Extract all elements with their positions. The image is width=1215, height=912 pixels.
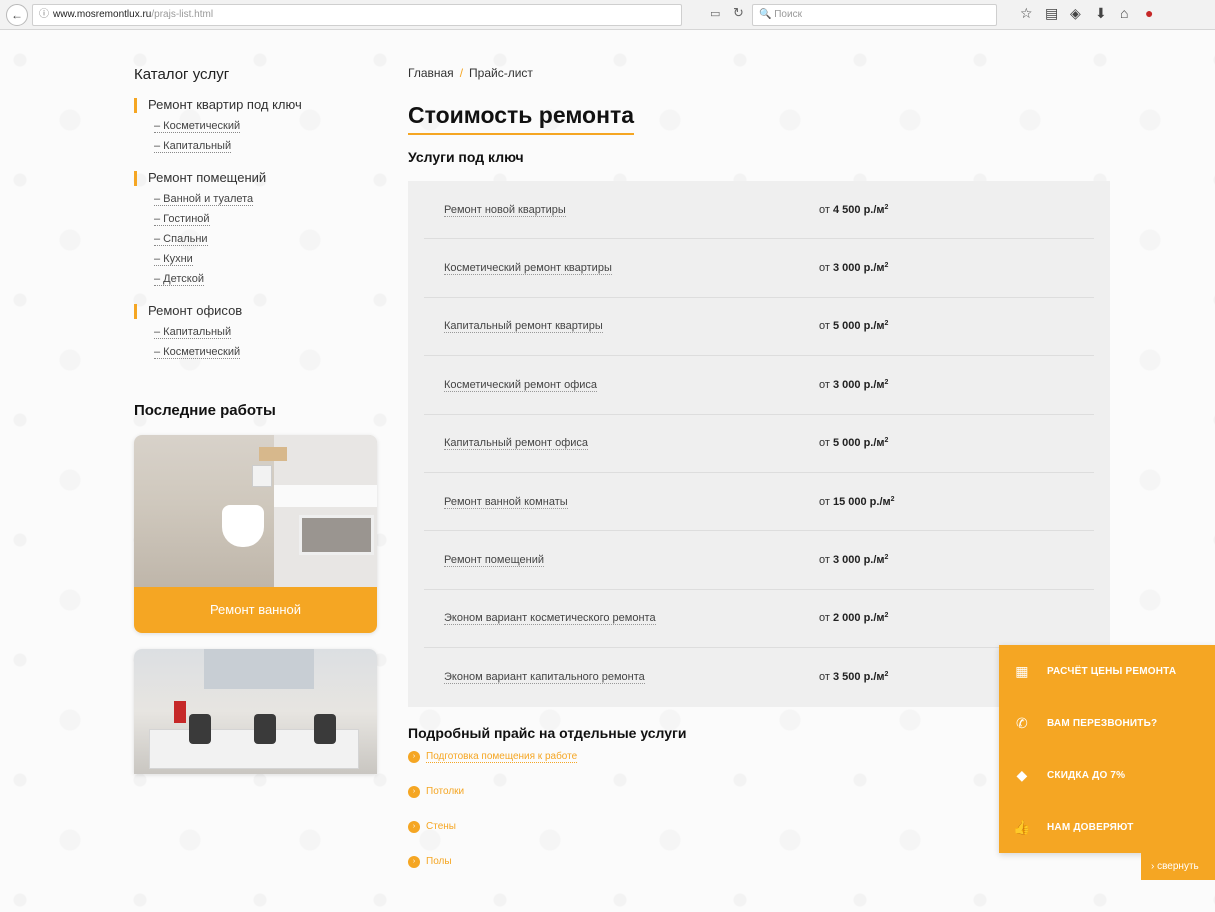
float-item-label: СКИДКА ДО 7% bbox=[1047, 769, 1126, 781]
price-value: от 3 500 р./м2 bbox=[819, 671, 889, 684]
catalog-sub-item[interactable]: – Ванной и туалета bbox=[134, 189, 384, 209]
chevron-right-icon: › bbox=[408, 855, 420, 868]
price-value: от 5 000 р./м2 bbox=[819, 437, 889, 450]
search-placeholder: Поиск bbox=[774, 9, 802, 20]
calculator-icon: ▦ bbox=[1015, 662, 1029, 679]
price-value: от 2 000 р./м2 bbox=[819, 612, 889, 625]
price-name: Косметический ремонт квартиры bbox=[444, 262, 612, 276]
price-name: Капитальный ремонт офиса bbox=[444, 437, 589, 451]
float-item-label: ВАМ ПЕРЕЗВОНИТЬ? bbox=[1047, 717, 1158, 729]
price-row: Капитальный ремонт квартиры от 5 000 р./… bbox=[424, 298, 1094, 357]
thumbs-up-icon: 👍 bbox=[1013, 818, 1031, 835]
work-card-label[interactable]: Ремонт ванной bbox=[134, 587, 377, 633]
catalog-sub-list: – Косметический – Капитальный bbox=[134, 116, 384, 156]
bookmark-star-icon[interactable]: ☆ bbox=[1020, 5, 1033, 22]
pocket-icon[interactable]: ◈ bbox=[1070, 5, 1081, 22]
price-row: Эконом вариант капитального ремонта от 3… bbox=[424, 648, 1094, 706]
catalog-group-title[interactable]: Ремонт квартир под ключ bbox=[134, 97, 384, 113]
price-row: Косметический ремонт офиса от 3 000 р./м… bbox=[424, 356, 1094, 415]
price-name: Эконом вариант косметического ремонта bbox=[444, 612, 656, 626]
reader-view-icon[interactable]: ▭ bbox=[710, 7, 720, 20]
bookmarks-list-icon[interactable]: ▤ bbox=[1045, 5, 1058, 22]
price-value: от 5 000 р./м2 bbox=[819, 320, 889, 333]
work-card-office[interactable] bbox=[134, 649, 377, 774]
price-row: Эконом вариант косметического ремонта от… bbox=[424, 590, 1094, 649]
price-name: Ремонт помещений bbox=[444, 554, 544, 568]
chevron-right-icon: › bbox=[408, 750, 420, 763]
catalog-sub-item[interactable]: – Капитальный bbox=[134, 322, 384, 342]
catalog-sub-item[interactable]: – Капитальный bbox=[134, 136, 384, 156]
price-name: Ремонт ванной комнаты bbox=[444, 495, 568, 509]
catalog-sub-item[interactable]: – Косметический bbox=[134, 342, 384, 362]
price-row: Ремонт помещений от 3 000 р./м2 bbox=[424, 531, 1094, 590]
catalog-sub-item[interactable]: – Гостиной bbox=[134, 209, 384, 229]
bathroom-photo bbox=[134, 435, 377, 587]
search-icon: 🔍 bbox=[759, 9, 772, 20]
float-item-label: РАСЧЁТ ЦЕНЫ РЕМОНТА bbox=[1047, 665, 1177, 677]
catalog-sub-item[interactable]: – Спальни bbox=[134, 229, 384, 249]
catalog-sub-item[interactable]: – Детской bbox=[134, 269, 384, 289]
tag-icon: ◆ bbox=[1016, 766, 1028, 783]
url-host: www.mosremontlux.ru bbox=[53, 9, 152, 20]
url-path: /prajs-list.html bbox=[151, 9, 214, 20]
catalog-sub-item[interactable]: – Кухни bbox=[134, 249, 384, 269]
info-icon[interactable]: ⓘ bbox=[39, 5, 49, 25]
breadcrumb: Главная / Прайс-лист bbox=[408, 66, 1110, 80]
phone-icon: ✆ bbox=[1016, 714, 1028, 731]
catalog-heading: Каталог услуг bbox=[134, 66, 230, 83]
recent-works-heading: Последние работы bbox=[134, 402, 276, 419]
back-arrow-icon[interactable]: ← bbox=[6, 4, 28, 26]
address-bar[interactable]: ⓘ www.mosremontlux.ru/prajs-list.html bbox=[32, 4, 682, 26]
price-row: Ремонт ванной комнаты от 15 000 р./м2 bbox=[424, 473, 1094, 532]
callback-button[interactable]: ✆ ВАМ ПЕРЕЗВОНИТЬ? bbox=[999, 697, 1215, 749]
price-row: Косметический ремонт квартиры от 3 000 р… bbox=[424, 239, 1094, 298]
price-value: от 3 000 р./м2 bbox=[819, 554, 889, 567]
breadcrumb-separator: / bbox=[459, 66, 464, 80]
catalog-group-title[interactable]: Ремонт помещений bbox=[134, 170, 384, 186]
chevron-right-icon: › bbox=[408, 785, 420, 798]
catalog-group-title[interactable]: Ремонт офисов bbox=[134, 303, 384, 319]
price-name: Косметический ремонт офиса bbox=[444, 378, 598, 392]
chevron-right-icon: › bbox=[408, 820, 420, 833]
detail-price-item[interactable]: › Полы bbox=[408, 855, 1110, 891]
browser-search-input[interactable]: 🔍 Поиск bbox=[752, 4, 997, 26]
collapse-panel-button[interactable]: › свернуть bbox=[1141, 853, 1215, 880]
price-row: Капитальный ремонт офиса от 5 000 р./м2 bbox=[424, 415, 1094, 473]
office-photo bbox=[134, 649, 377, 774]
float-item-label: НАМ ДОВЕРЯЮТ bbox=[1047, 821, 1134, 833]
home-icon[interactable]: ⌂ bbox=[1120, 5, 1128, 21]
price-row: Ремонт новой квартиры от 4 500 р./м2 bbox=[424, 181, 1094, 240]
catalog-group: Ремонт помещений – Ванной и туалета – Го… bbox=[134, 170, 384, 289]
price-value: от 3 000 р./м2 bbox=[819, 262, 889, 275]
price-value: от 3 000 р./м2 bbox=[819, 378, 889, 391]
download-icon[interactable]: ⬇ bbox=[1095, 5, 1107, 22]
price-value: от 15 000 р./м2 bbox=[819, 495, 895, 508]
floating-action-panel: ▦ РАСЧЁТ ЦЕНЫ РЕМОНТА ✆ ВАМ ПЕРЕЗВОНИТЬ?… bbox=[999, 645, 1215, 853]
page-title: Стоимость ремонта bbox=[408, 102, 635, 135]
price-value: от 4 500 р./м2 bbox=[819, 203, 889, 216]
reload-icon[interactable]: ↻ bbox=[733, 5, 744, 21]
price-calc-button[interactable]: ▦ РАСЧЁТ ЦЕНЫ РЕМОНТА bbox=[999, 645, 1215, 697]
catalog-sub-item[interactable]: – Косметический bbox=[134, 116, 384, 136]
catalog-sub-list: – Капитальный – Косметический bbox=[134, 322, 384, 362]
turnkey-heading: Услуги под ключ bbox=[408, 149, 524, 165]
price-table: Ремонт новой квартиры от 4 500 р./м2 Кос… bbox=[408, 181, 1110, 707]
browser-toolbar: ← ⓘ www.mosremontlux.ru/prajs-list.html … bbox=[0, 0, 1215, 30]
catalog-group: Ремонт квартир под ключ – Косметический … bbox=[134, 97, 384, 156]
price-name: Капитальный ремонт квартиры bbox=[444, 320, 603, 334]
catalog-sub-list: – Ванной и туалета – Гостиной – Спальни … bbox=[134, 189, 384, 289]
discount-button[interactable]: ◆ СКИДКА ДО 7% bbox=[999, 749, 1215, 801]
extension-icon[interactable]: ● bbox=[1145, 5, 1153, 21]
breadcrumb-current: Прайс-лист bbox=[469, 66, 533, 80]
work-card-bathroom[interactable]: Ремонт ванной bbox=[134, 435, 377, 633]
sidebar: Каталог услуг Ремонт квартир под ключ – … bbox=[134, 60, 384, 774]
catalog-group: Ремонт офисов – Капитальный – Косметичес… bbox=[134, 303, 384, 362]
trust-button[interactable]: 👍 НАМ ДОВЕРЯЮТ bbox=[999, 801, 1215, 853]
price-name: Ремонт новой квартиры bbox=[444, 203, 566, 217]
breadcrumb-home[interactable]: Главная bbox=[408, 66, 454, 80]
price-name: Эконом вариант капитального ремонта bbox=[444, 671, 645, 685]
